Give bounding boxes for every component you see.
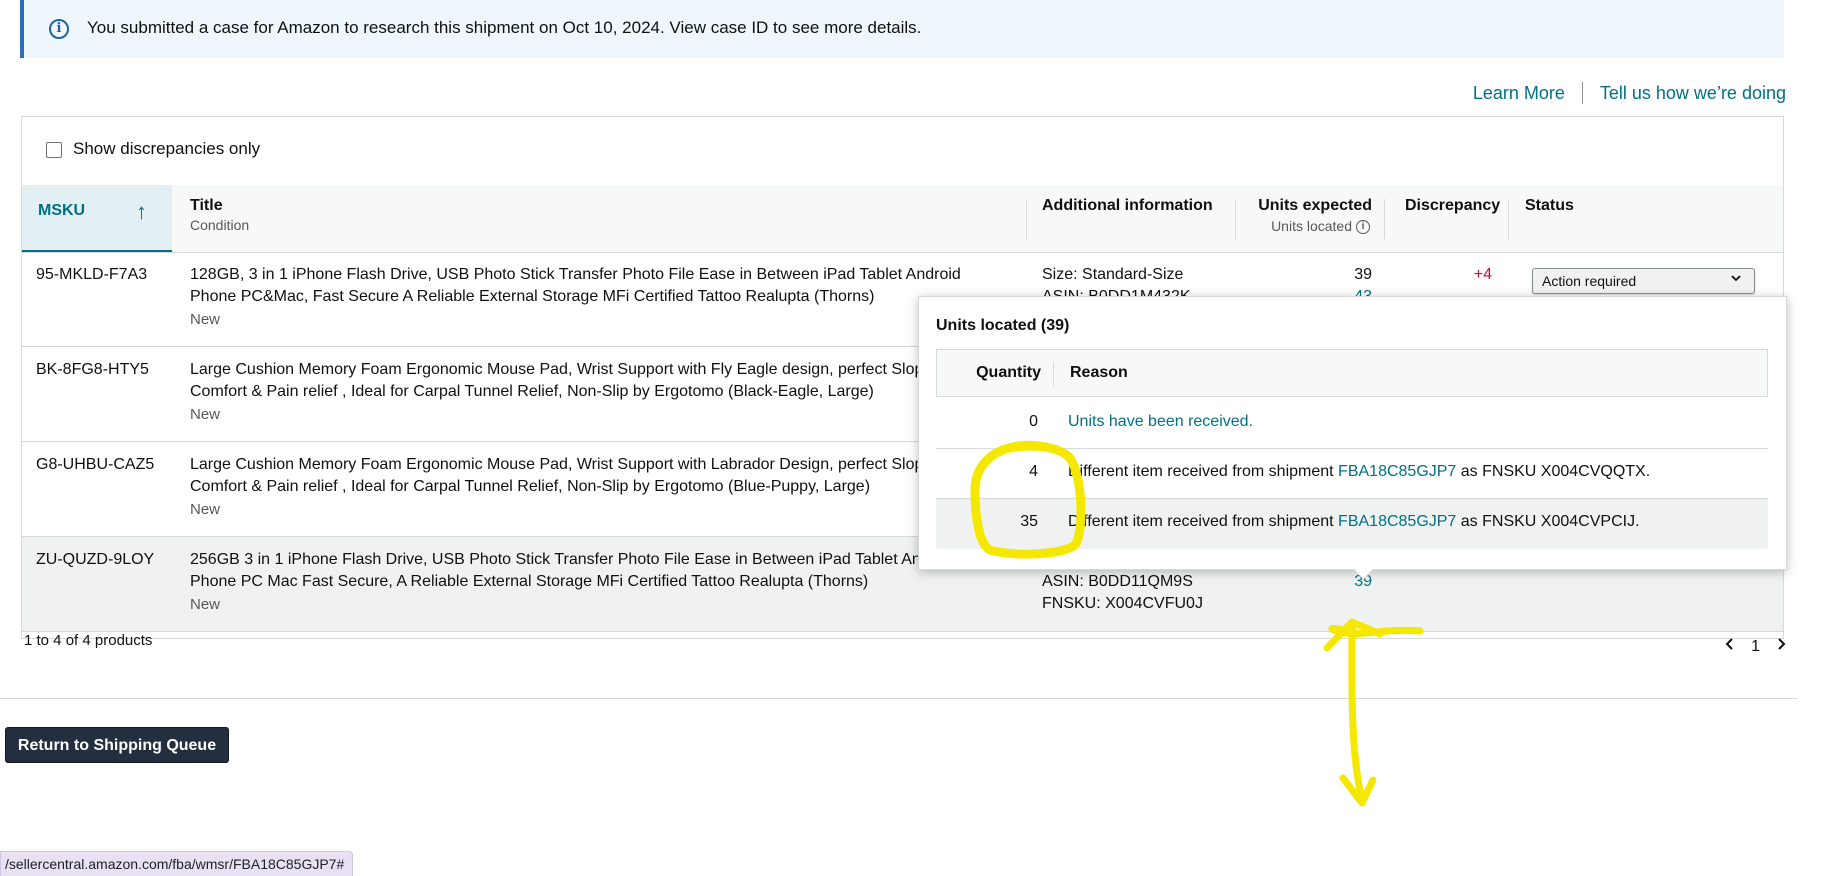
shipment-link[interactable]: FBA18C85GJP7 [1338, 513, 1456, 530]
condition-cell: New [190, 501, 221, 518]
popover-row: 4 Different item received from shipment … [936, 449, 1768, 499]
case-info-banner: i You submitted a case for Amazon to res… [20, 0, 1784, 58]
title-line: Comfort & Pain relief , Ideal for Carpal… [190, 478, 871, 495]
product-count: 1 to 4 of 4 products [24, 632, 153, 649]
top-links: Learn More Tell us how we’re doing [1473, 82, 1786, 104]
feedback-link[interactable]: Tell us how we’re doing [1600, 83, 1786, 104]
units-expected-cell: 39 [1354, 266, 1372, 283]
show-discrepancies-checkbox[interactable] [46, 142, 62, 158]
units-located-header-label: Units located [1271, 218, 1352, 234]
reason-cell: Different item received from shipment FB… [1068, 513, 1640, 531]
return-to-shipping-queue-button[interactable]: Return to Shipping Queue [5, 727, 229, 763]
msku-cell: 95-MKLD-F7A3 [36, 266, 148, 283]
discrepancy-cell: +4 [1473, 266, 1492, 283]
reason-text: Different item received from shipment [1068, 463, 1334, 480]
reason-text: as FNSKU X004CVQQTX. [1460, 463, 1651, 480]
column-divider [1508, 199, 1509, 239]
reason-text: Different item received from shipment [1068, 513, 1334, 530]
info-icon: i [49, 19, 69, 39]
chevron-down-icon [1730, 271, 1742, 287]
column-divider [1026, 199, 1027, 239]
msku-cell: BK-8FG8-HTY5 [36, 361, 149, 378]
filter-row: Show discrepancies only [22, 117, 1783, 186]
asin-cell: ASIN: B0DD11QM9S [1042, 573, 1193, 590]
fnsku-cell: FNSKU: X004CVFU0J [1042, 595, 1203, 612]
banner-text: You submitted a case for Amazon to resea… [87, 18, 922, 37]
chevron-left-icon[interactable] [1725, 637, 1735, 656]
popover-title: Units located (39) [936, 317, 1070, 334]
units-located-link[interactable]: 39 [1272, 571, 1372, 593]
msku-column-header[interactable]: MSKU ↑ [22, 185, 172, 252]
column-divider [1053, 362, 1054, 386]
learn-more-link[interactable]: Learn More [1473, 83, 1565, 104]
msku-cell: G8-UHBU-CAZ5 [36, 456, 155, 473]
table-header: MSKU ↑ Title Condition Additional inform… [22, 185, 1783, 253]
reason-cell: Different item received from shipment FB… [1068, 463, 1650, 481]
status-header-label: Status [1525, 197, 1574, 214]
show-discrepancies-label[interactable]: Show discrepancies only [73, 139, 260, 159]
title-line: Phone PC Mac Fast Secure, A Reliable Ext… [190, 573, 869, 590]
quantity-header: Quantity [976, 364, 1041, 381]
condition-cell: New [190, 596, 221, 613]
pagination: 1 [1725, 637, 1786, 656]
arrow-head-annotation [1323, 618, 1384, 807]
sort-ascending-icon[interactable]: ↑ [136, 199, 147, 225]
title-line: Large Cushion Memory Foam Ergonomic Mous… [190, 361, 924, 378]
title-line: Large Cushion Memory Foam Ergonomic Mous… [190, 456, 924, 473]
msku-header-label: MSKU [38, 202, 86, 219]
discrepancy-header-label: Discrepancy [1405, 197, 1501, 214]
quantity-cell: 35 [1020, 513, 1038, 530]
arrow-shaft-annotation [1328, 624, 1424, 804]
popover-row: 35 Different item received from shipment… [936, 499, 1768, 549]
title-line: 256GB 3 in 1 iPhone Flash Drive, USB Pho… [190, 551, 930, 568]
size-cell: Size: Standard-Size [1042, 266, 1184, 283]
column-divider [1235, 199, 1236, 239]
msku-cell: ZU-QUZD-9LOY [36, 551, 155, 568]
status-dropdown[interactable]: Action required [1532, 268, 1755, 294]
reason-header: Reason [1070, 364, 1128, 381]
reason-link[interactable]: Units have been received. [1068, 413, 1253, 431]
title-line: 128GB, 3 in 1 iPhone Flash Drive, USB Ph… [190, 266, 961, 283]
current-page[interactable]: 1 [1751, 638, 1760, 656]
title-header-label: Title [190, 197, 223, 214]
divider [0, 698, 1798, 699]
column-divider [1384, 199, 1385, 239]
shipment-link[interactable]: FBA18C85GJP7 [1338, 463, 1456, 480]
popover-row: 0 Units have been received. [936, 399, 1768, 449]
reason-text: as FNSKU X004CVPCIJ. [1460, 513, 1640, 530]
quantity-cell: 0 [1029, 413, 1038, 430]
status-bar-url: /sellercentral.amazon.com/fba/wmsr/FBA18… [0, 851, 354, 876]
info-icon[interactable]: i [1356, 220, 1370, 234]
condition-header-label: Condition [190, 217, 250, 233]
units-expected-header-label: Units expected [1258, 197, 1372, 214]
link-separator [1581, 82, 1583, 104]
status-dropdown-value: Action required [1542, 273, 1637, 289]
condition-cell: New [190, 311, 221, 328]
title-line: Phone PC&Mac, Fast Secure A Reliable Ext… [190, 288, 875, 305]
popover-header: Quantity Reason [936, 349, 1768, 397]
quantity-cell: 4 [1029, 463, 1038, 480]
units-located-popover: Units located (39) Quantity Reason 0 Uni… [918, 296, 1787, 580]
title-line: Comfort & Pain relief , Ideal for Carpal… [190, 383, 874, 400]
condition-cell: New [190, 406, 221, 423]
chevron-right-icon[interactable] [1776, 637, 1786, 656]
additional-info-header-label: Additional information [1042, 197, 1213, 214]
